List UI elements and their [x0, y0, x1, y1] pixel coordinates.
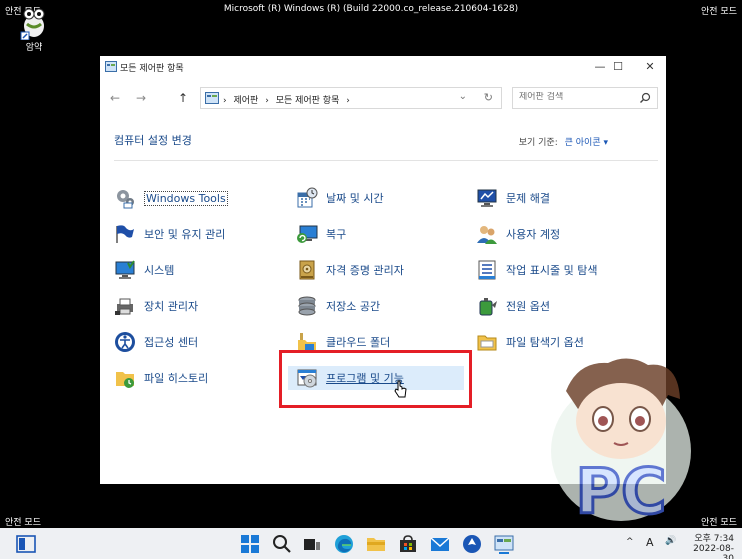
mail-icon[interactable]	[430, 534, 450, 554]
breadcrumb-separator[interactable]: ›	[265, 96, 269, 106]
breadcrumb: › 제어판 › 모든 제어판 항목 ›	[223, 93, 354, 106]
safe-mode-label-bottom-right: 안전 모드	[701, 518, 737, 528]
address-bar[interactable]: › 제어판 › 모든 제어판 항목 › ⌄ ↻	[200, 87, 502, 109]
recovery-icon	[297, 225, 318, 243]
item-storage-spaces[interactable]: 저장소 공간	[296, 294, 380, 318]
monitor-check-icon	[115, 260, 135, 279]
item-label: 클라우드 폴더	[326, 336, 391, 349]
system-build-title: Microsoft (R) Windows (R) (Build 22000.c…	[223, 4, 519, 14]
search-icon[interactable]	[272, 534, 292, 554]
maximize-button[interactable]: ☐	[604, 58, 632, 76]
item-date-time[interactable]: 날짜 및 시간	[296, 186, 384, 210]
search-input[interactable]	[519, 92, 629, 102]
calendar-clock-icon	[297, 187, 318, 208]
printer-icon	[115, 298, 133, 315]
highlight-frame	[279, 350, 472, 408]
flag-icon	[116, 225, 134, 243]
tray-overflow-chevron[interactable]: ^	[626, 537, 634, 547]
taskbar-icon	[478, 260, 496, 280]
item-windows-tools[interactable]: Windows Tools	[114, 186, 228, 210]
item-security-maintenance[interactable]: 보안 및 유지 관리	[114, 222, 225, 246]
control-panel-window: 모든 제어판 항목 — ☐ ✕ ← → ↑ › 제어판 › 모든 제어판 항목 …	[100, 56, 691, 530]
users-icon	[477, 226, 497, 244]
page-heading: 컴퓨터 설정 변경	[114, 134, 192, 147]
frog-mascot-icon	[20, 8, 45, 40]
storage-icon	[298, 296, 316, 316]
item-file-history[interactable]: 파일 히스토리	[114, 366, 208, 390]
refresh-icon[interactable]: ↻	[484, 91, 493, 104]
control-panel-icon	[205, 92, 219, 104]
item-label: 전원 옵션	[506, 300, 550, 313]
view-by-dropdown[interactable]: 큰 아이콘 ▾	[565, 138, 608, 148]
desktop-shortcut[interactable]: 암약	[14, 6, 54, 53]
navigation-bar: ← → ↑ › 제어판 › 모든 제어판 항목 › ⌄ ↻	[100, 84, 666, 112]
item-user-accounts[interactable]: 사용자 계정	[476, 222, 560, 246]
watermark-logo: PC	[551, 358, 691, 530]
desktop-shortcut-label: 암약	[25, 43, 43, 53]
desktop-view-icon[interactable]	[16, 534, 36, 554]
item-label: 장치 관리자	[144, 300, 199, 313]
credential-vault-icon	[299, 260, 315, 280]
item-label: 복구	[326, 228, 347, 241]
address-dropdown-icon[interactable]: ⌄	[459, 91, 467, 102]
item-label: 파일 히스토리	[144, 372, 209, 385]
item-label: Windows Tools	[144, 190, 228, 206]
up-button[interactable]: ↑	[174, 90, 192, 106]
breadcrumb-control-panel[interactable]: 제어판	[233, 96, 258, 106]
item-label: 접근성 센터	[144, 336, 199, 349]
item-taskbar-navigation[interactable]: 작업 표시줄 및 탐색	[476, 258, 597, 282]
title-bar[interactable]: 모든 제어판 항목 — ☐ ✕	[100, 56, 666, 78]
clock-date[interactable]: 2022-08-30	[686, 544, 734, 559]
breadcrumb-separator[interactable]: ›	[346, 96, 350, 106]
item-recovery[interactable]: 복구	[296, 222, 346, 246]
gear-icon	[117, 190, 134, 209]
store-icon[interactable]	[398, 534, 418, 554]
item-label: 저장소 공간	[326, 300, 381, 313]
task-view-icon[interactable]	[302, 534, 322, 554]
troubleshoot-icon	[477, 189, 497, 207]
item-power-options[interactable]: 전원 옵션	[476, 294, 550, 318]
view-by: 보기 기준: 큰 아이콘 ▾	[519, 135, 608, 148]
watermark-text: PC	[576, 455, 667, 528]
item-device-manager[interactable]: 장치 관리자	[114, 294, 198, 318]
folder-options-icon	[477, 335, 497, 351]
item-troubleshooting[interactable]: 문제 해결	[476, 186, 550, 210]
item-label: 날짜 및 시간	[326, 192, 384, 205]
item-label: 자격 증명 관리자	[326, 264, 404, 277]
search-box[interactable]	[512, 87, 658, 109]
pinned-app-icon[interactable]	[462, 534, 482, 554]
item-label: 보안 및 유지 관리	[144, 228, 226, 241]
breadcrumb-all-items[interactable]: 모든 제어판 항목	[276, 96, 340, 106]
power-icon	[479, 298, 497, 316]
forward-button[interactable]: →	[132, 90, 150, 106]
item-system[interactable]: 시스템	[114, 258, 174, 282]
search-icon	[640, 92, 651, 103]
item-label: 문제 해결	[506, 192, 550, 205]
item-credential-manager[interactable]: 자격 증명 관리자	[296, 258, 404, 282]
start-icon[interactable]	[240, 534, 260, 554]
control-panel-icon	[105, 61, 117, 72]
close-button[interactable]: ✕	[636, 58, 664, 76]
clock-time[interactable]: 오후 7:34	[690, 531, 734, 544]
divider	[114, 160, 658, 161]
item-label: 작업 표시줄 및 탐색	[506, 264, 598, 277]
safe-mode-label-bottom-left: 안전 모드	[5, 518, 41, 528]
volume-icon[interactable]: 🔊	[665, 536, 676, 546]
item-label: 파일 탐색기 옵션	[506, 336, 584, 349]
item-label: 시스템	[144, 264, 175, 277]
edge-browser-icon[interactable]	[334, 534, 354, 554]
breadcrumb-separator[interactable]: ›	[223, 96, 227, 106]
back-button[interactable]: ←	[106, 90, 124, 106]
accessibility-icon	[115, 332, 135, 352]
file-explorer-icon[interactable]	[366, 534, 386, 554]
taskbar: ^ A 🔊 오후 7:34 2022-08-30	[0, 528, 742, 559]
view-by-label: 보기 기준:	[518, 138, 558, 148]
window-title: 모든 제어판 항목	[120, 64, 184, 74]
file-history-icon	[116, 372, 134, 388]
item-ease-of-access[interactable]: 접근성 센터	[114, 330, 198, 354]
item-label: 사용자 계정	[506, 228, 561, 241]
ime-indicator[interactable]: A	[646, 536, 654, 549]
control-panel-taskbar-icon[interactable]	[494, 534, 514, 554]
